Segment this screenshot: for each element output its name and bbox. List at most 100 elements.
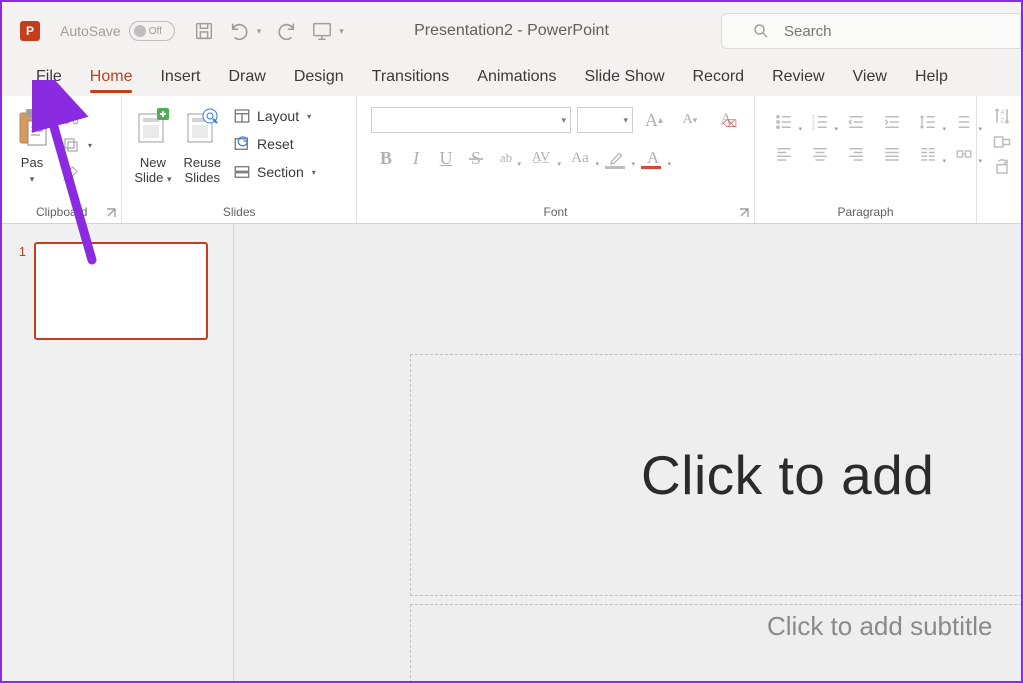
- group-arrange-label: [985, 202, 1013, 221]
- thumbnail-row: 1: [14, 242, 221, 340]
- subtitle-placeholder[interactable]: Click to add subtitle: [410, 604, 1021, 681]
- save-icon[interactable]: [193, 20, 215, 42]
- line-spacing-icon: [918, 113, 938, 131]
- columns-icon: [918, 145, 938, 163]
- indent-icon: [882, 113, 902, 131]
- tab-review[interactable]: Review: [758, 60, 838, 96]
- autosave-toggle[interactable]: AutoSave Off: [60, 21, 175, 41]
- workspace: 1 Click to add Click to add subtitle: [2, 224, 1021, 681]
- font-launcher-icon[interactable]: [738, 207, 752, 221]
- line-spacing-button[interactable]: ▾: [911, 108, 945, 136]
- strikethrough-button[interactable]: S: [461, 144, 491, 172]
- sort-icon: AZ: [991, 106, 1013, 126]
- highlight-icon: [608, 149, 626, 167]
- paste-button[interactable]: Pas▾: [10, 102, 54, 188]
- align-center-icon: [810, 145, 830, 163]
- copy-button[interactable]: ▾: [58, 133, 96, 157]
- align-right-icon: [846, 145, 866, 163]
- svg-text:A: A: [1000, 109, 1005, 116]
- numbering-icon: 123: [810, 113, 830, 131]
- align-left-button[interactable]: [767, 140, 801, 168]
- slideshow-dropdown-icon[interactable]: ▾: [339, 26, 344, 37]
- svg-text:Z: Z: [1000, 118, 1004, 125]
- new-slide-icon: [135, 108, 171, 148]
- tab-help[interactable]: Help: [901, 60, 962, 96]
- new-slide-label: New Slide: [134, 155, 166, 185]
- font-family-combo[interactable]: ▾: [371, 107, 571, 133]
- italic-button[interactable]: I: [401, 144, 431, 172]
- new-slide-button[interactable]: New Slide ▾: [130, 102, 175, 188]
- char-spacing-button[interactable]: A̲V̲▾: [521, 144, 561, 172]
- tab-insert[interactable]: Insert: [146, 60, 214, 96]
- undo-icon[interactable]: [229, 20, 251, 42]
- clear-formatting-button[interactable]: A⌫: [711, 106, 741, 134]
- tab-design[interactable]: Design: [280, 60, 358, 96]
- layout-button[interactable]: Layout▾: [229, 104, 320, 128]
- tab-view[interactable]: View: [839, 60, 901, 96]
- highlight-button[interactable]: ▾: [599, 144, 635, 172]
- window-title: Presentation2 - PowerPoint: [414, 22, 609, 40]
- tab-transitions[interactable]: Transitions: [358, 60, 464, 96]
- increase-indent-button[interactable]: [875, 108, 909, 136]
- sort-button[interactable]: AZ: [991, 106, 1013, 126]
- cut-button[interactable]: [58, 105, 96, 129]
- toggle-switch[interactable]: Off: [129, 21, 175, 41]
- group-clipboard: Pas▾ ▾ Clipboard: [2, 96, 122, 223]
- rotate-button[interactable]: [991, 158, 1013, 178]
- tab-file[interactable]: File: [22, 60, 76, 96]
- clipboard-launcher-icon[interactable]: [105, 207, 119, 221]
- tab-record[interactable]: Record: [679, 60, 759, 96]
- format-painter-button[interactable]: [58, 161, 96, 185]
- font-color-button[interactable]: A ▾: [635, 144, 671, 172]
- search-box[interactable]: [721, 13, 1021, 49]
- group-slides-label: Slides: [130, 202, 348, 221]
- outdent-icon: [846, 113, 866, 131]
- slideshow-start-icon[interactable]: [311, 20, 333, 42]
- slide-thumbnail-1[interactable]: [34, 242, 208, 340]
- tab-slideshow[interactable]: Slide Show: [570, 60, 678, 96]
- app-icon: P: [20, 21, 40, 41]
- section-button[interactable]: Section▾: [229, 160, 320, 184]
- tab-draw[interactable]: Draw: [214, 60, 279, 96]
- change-case-button[interactable]: Aa▾: [561, 144, 599, 172]
- decrease-indent-button[interactable]: [839, 108, 873, 136]
- shadow-button[interactable]: ab▾: [491, 144, 521, 172]
- align-left-icon: [774, 145, 794, 163]
- tab-home[interactable]: Home: [76, 60, 147, 96]
- svg-text:3: 3: [812, 126, 815, 132]
- redo-icon[interactable]: [275, 20, 297, 42]
- bullets-button[interactable]: ▾: [767, 108, 801, 136]
- tab-animations[interactable]: Animations: [463, 60, 570, 96]
- bold-button[interactable]: B: [371, 144, 401, 172]
- group-arrange: AZ: [977, 96, 1021, 223]
- reset-button[interactable]: Reset: [229, 132, 320, 156]
- decrease-font-button[interactable]: A▾: [675, 106, 705, 134]
- group-paragraph-label: Paragraph: [763, 202, 968, 221]
- autosave-label: AutoSave: [60, 23, 121, 39]
- align-objects-icon: [991, 132, 1013, 152]
- thumbnail-pane[interactable]: 1: [2, 224, 234, 681]
- font-size-combo[interactable]: ▾: [577, 107, 633, 133]
- group-font: ▾ ▾ A▴ A▾ A⌫ B I U S ab▾ A̲V̲▾ Aa▾ ▾ A ▾: [357, 96, 755, 223]
- text-direction-button[interactable]: ▾: [947, 108, 981, 136]
- align-center-button[interactable]: [803, 140, 837, 168]
- scissors-icon: [62, 108, 80, 126]
- group-slides: New Slide ▾ Reuse Slides: [122, 96, 357, 223]
- increase-font-button[interactable]: A▴: [639, 106, 669, 134]
- columns-button[interactable]: ▾: [911, 140, 945, 168]
- paintbrush-icon: [62, 164, 80, 182]
- rotate-icon: [991, 158, 1013, 178]
- numbering-button[interactable]: 123▾: [803, 108, 837, 136]
- undo-dropdown-icon[interactable]: ▾: [257, 26, 262, 37]
- slide-canvas[interactable]: Click to add Click to add subtitle: [234, 224, 1021, 681]
- reuse-slides-button[interactable]: Reuse Slides: [179, 102, 225, 188]
- title-placeholder[interactable]: Click to add: [410, 354, 1021, 596]
- justify-button[interactable]: [875, 140, 909, 168]
- title-placeholder-text: Click to add: [641, 443, 934, 507]
- toggle-state: Off: [149, 26, 162, 37]
- smartart-button[interactable]: ▾: [947, 140, 981, 168]
- align-objects-button[interactable]: [991, 132, 1013, 152]
- search-input[interactable]: [784, 23, 984, 40]
- underline-button[interactable]: U: [431, 144, 461, 172]
- align-right-button[interactable]: [839, 140, 873, 168]
